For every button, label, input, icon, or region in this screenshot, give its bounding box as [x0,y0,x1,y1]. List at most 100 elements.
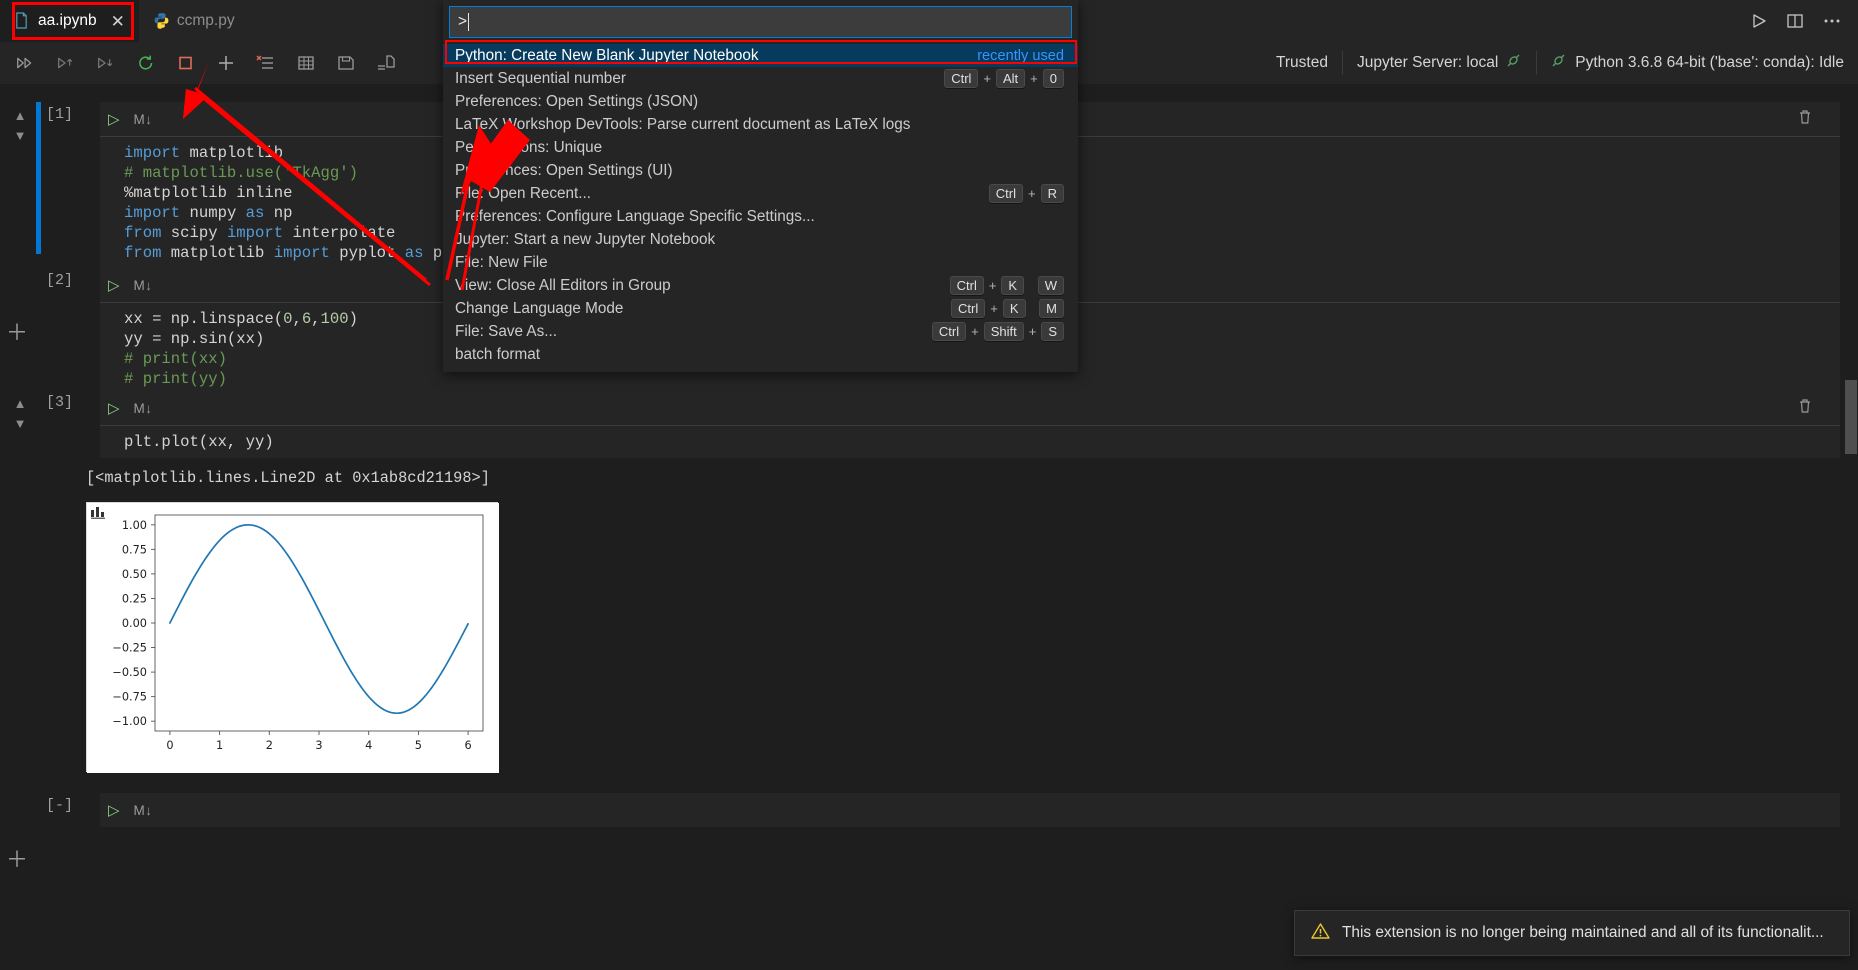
palette-item-right: Ctrl + Shift + S [931,322,1064,341]
notebook-scrollbar-thumb[interactable] [1845,380,1857,454]
command-palette[interactable]: > Python: Create New Blank Jupyter Noteb… [443,0,1078,372]
palette-item-2[interactable]: Preferences: Open Settings (JSON) [443,90,1078,113]
command-palette-list[interactable]: Python: Create New Blank Jupyter Noteboo… [443,44,1078,366]
keybinding-plus: + [1028,186,1036,201]
palette-item-10[interactable]: View: Close All Editors in Group Ctrl + K W [443,274,1078,297]
cell-language-label[interactable]: M↓ [134,112,153,127]
cell-execution-count: [2] [46,272,74,289]
jupyter-server-status[interactable]: Jupyter Server: local [1341,51,1536,75]
add-cell-button[interactable] [208,47,244,79]
palette-item-8[interactable]: Jupyter: Start a new Jupyter Notebook [443,228,1078,251]
warning-triangle-icon [1311,922,1330,945]
keybinding-plus: + [990,301,998,316]
cell-execution-count: [1] [46,106,74,123]
x-tick-label: 0 [166,739,173,752]
y-tick-label: 0.75 [122,543,147,556]
collapse-input-chevron-up-icon[interactable]: ▲ [8,396,32,411]
notebook-scrollbar[interactable] [1844,84,1858,970]
palette-item-13[interactable]: batch format [443,343,1078,366]
run-all-cells-button[interactable] [8,47,44,79]
add-cell-below-button-1[interactable]: ＋ [6,322,28,344]
run-cell-icon[interactable] [1750,12,1768,30]
palette-item-badge: recently used [977,47,1064,64]
interrupt-kernel-button[interactable] [168,47,204,79]
delete-cell-icon[interactable] [1798,109,1812,129]
run-cell-icon[interactable]: ▷ [108,278,120,293]
collapse-output-chevron-down-icon[interactable]: ▼ [8,416,32,431]
keybinding-key: R [1040,184,1064,203]
keybinding-space [1029,278,1033,293]
cell-code-editor[interactable]: plt.plot(xx, yy) [100,425,1840,458]
x-tick-label: 3 [315,739,322,752]
palette-item-5[interactable]: Preferences: Open Settings (UI) [443,159,1078,182]
close-icon[interactable]: ✕ [111,13,125,30]
cell-output-text: [<matplotlib.lines.Line2D at 0x1ab8cd211… [86,469,490,487]
y-tick-label: 0.00 [122,617,147,630]
run-cells-above-button[interactable] [48,47,84,79]
keybinding-key: Ctrl [949,276,984,295]
more-actions-icon[interactable] [1822,12,1842,30]
add-cell-below-button-2[interactable]: ＋ [6,849,28,871]
keybinding-plus: + [971,324,979,339]
text-caret [468,13,470,31]
palette-item-9[interactable]: File: New File [443,251,1078,274]
tab-ccmp-py[interactable]: ccmp.py [138,0,249,42]
keybinding-plus: + [988,278,997,293]
cell-header: ▷ M↓ [100,793,1840,827]
palette-item-11[interactable]: Change Language Mode Ctrl + K M [443,297,1078,320]
palette-item-7[interactable]: Preferences: Configure Language Specific… [443,205,1078,228]
cell-focus-indicator [36,102,41,254]
palette-item-right: Ctrl + K W [949,276,1064,295]
palette-item-12[interactable]: File: Save As... Ctrl + Shift + S [443,320,1078,343]
cell-language-label[interactable]: M↓ [134,401,153,416]
jupyter-server-label: Jupyter Server: local [1356,54,1499,71]
x-tick-label: 2 [266,739,273,752]
tab-aa-ipynb[interactable]: aa.ipynb ✕ [0,0,139,42]
palette-item-3[interactable]: LaTeX Workshop DevTools: Parse current d… [443,113,1078,136]
save-notebook-button[interactable] [328,47,364,79]
keybinding-plus: + [1030,71,1038,86]
cell-language-label[interactable]: M↓ [134,803,153,818]
keybinding-space [1031,301,1035,316]
x-tick-label: 5 [415,739,422,752]
y-tick-label: −0.75 [112,691,147,704]
y-tick-label: −0.25 [112,642,147,655]
x-tick-label: 1 [216,739,223,752]
editor-action-bar [1750,0,1852,42]
command-palette-input[interactable]: > [449,6,1072,38]
cell-execution-count: [-] [46,797,74,814]
run-cell-icon[interactable]: ▷ [108,803,120,818]
run-cell-icon[interactable]: ▷ [108,401,120,416]
cell-language-label[interactable]: M↓ [134,278,153,293]
palette-item-label: Python: Create New Blank Jupyter Noteboo… [455,46,759,64]
export-notebook-button[interactable] [368,47,404,79]
palette-item-4[interactable]: Permutations: Unique [443,136,1078,159]
tab-label: ccmp.py [176,12,235,29]
split-editor-icon[interactable] [1786,12,1804,30]
palette-item-label: File: Open Recent... [455,184,592,202]
collapse-output-chevron-down-icon[interactable]: ▼ [8,128,32,143]
palette-item-label: Permutations: Unique [455,138,603,156]
trusted-status-label: Trusted [1276,54,1328,71]
collapse-input-chevron-up-icon[interactable]: ▲ [8,108,32,123]
trusted-status[interactable]: Trusted [1262,51,1342,75]
delete-cell-icon[interactable] [1798,398,1812,418]
variables-button[interactable] [288,47,324,79]
run-cells-below-button[interactable] [88,47,124,79]
palette-item-label: Preferences: Open Settings (UI) [455,161,673,179]
notebook-status-bar: Trusted Jupyter Server: local Python 3.6… [1262,42,1858,84]
run-cell-icon[interactable]: ▷ [108,112,120,127]
command-palette-input-wrap: > [443,0,1078,38]
palette-item-0[interactable]: Python: Create New Blank Jupyter Noteboo… [443,44,1078,67]
keybinding-key: 0 [1042,69,1064,88]
palette-item-6[interactable]: File: Open Recent... Ctrl + R [443,182,1078,205]
notification-toast[interactable]: This extension is no longer being mainta… [1294,910,1850,956]
keybinding-key: Ctrl [931,322,967,341]
keybinding-key: W [1037,276,1064,295]
kernel-status[interactable]: Python 3.6.8 64-bit ('base': conda): Idl… [1536,51,1858,75]
clear-all-outputs-button[interactable] [248,47,284,79]
keybinding-key: Shift [983,322,1024,341]
plot-chart-icon [91,506,107,520]
restart-kernel-button[interactable] [128,47,164,79]
palette-item-1[interactable]: Insert Sequential number Ctrl + Alt +0 [443,67,1078,90]
